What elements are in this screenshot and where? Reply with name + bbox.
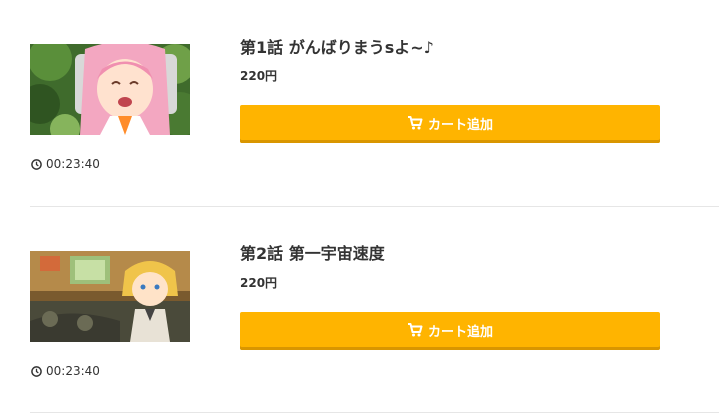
clock-icon (31, 365, 42, 377)
episode-title: 第1話 がんばりまうsよ~♪ (240, 38, 434, 57)
episode-thumbnail[interactable] (30, 44, 190, 135)
add-to-cart-button[interactable]: カート追加 (240, 312, 660, 350)
episode-duration: 00:23:40 (31, 157, 100, 171)
episode-duration: 00:23:40 (31, 364, 100, 378)
cart-button-label: カート追加 (427, 324, 493, 340)
duration-text: 00:23:40 (46, 157, 100, 171)
episode-price: 220円 (240, 276, 278, 290)
divider (30, 206, 719, 207)
episode-title: 第2話 第一宇宙速度 (240, 244, 385, 263)
episode-price: 220円 (240, 69, 278, 83)
cart-icon (407, 323, 423, 337)
cart-icon (407, 116, 423, 130)
add-to-cart-button[interactable]: カート追加 (240, 105, 660, 143)
duration-text: 00:23:40 (46, 364, 100, 378)
clock-icon (31, 158, 42, 170)
divider (30, 412, 719, 413)
episode-thumbnail[interactable] (30, 251, 190, 342)
cart-button-label: カート追加 (427, 117, 493, 133)
